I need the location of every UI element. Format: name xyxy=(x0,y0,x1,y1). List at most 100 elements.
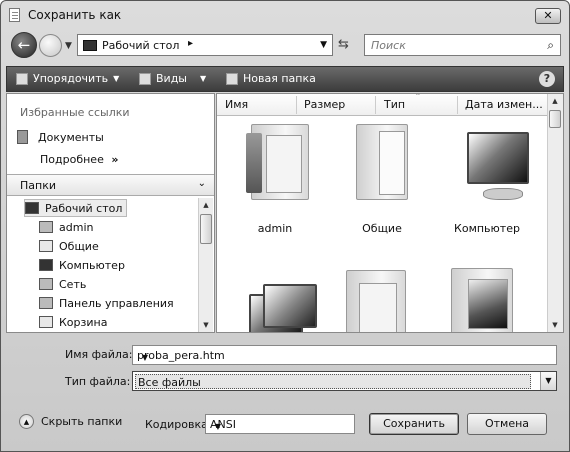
file-item-shared[interactable]: Общие xyxy=(332,120,432,238)
filename-input[interactable]: proba_pera.htm ▼ xyxy=(132,345,557,365)
notepad-icon xyxy=(9,8,20,22)
pictures-folder-icon xyxy=(451,268,513,332)
close-button[interactable]: ✕ xyxy=(535,8,561,24)
folder-tree-scrollbar[interactable]: ▲ ▼ xyxy=(198,198,213,332)
views-icon xyxy=(139,72,151,85)
scroll-down-icon[interactable]: ▼ xyxy=(199,318,213,332)
file-item-label: Общие xyxy=(362,222,402,235)
hide-folders-toggle[interactable]: ▲ Скрыть папки xyxy=(19,414,122,429)
organize-label: Упорядочить xyxy=(33,72,109,85)
window-title: Сохранить как xyxy=(28,8,122,22)
scroll-down-icon[interactable]: ▼ xyxy=(548,318,562,332)
tree-item-label: Корзина xyxy=(59,315,108,329)
tree-item-shared[interactable]: Общие xyxy=(39,237,99,255)
tree-item-label: Рабочий стол xyxy=(45,201,123,215)
file-list-scrollbar[interactable]: ▲ ▼ xyxy=(547,94,563,332)
tree-item-label: admin xyxy=(59,220,94,234)
address-bar[interactable]: Рабочий стол ▸ ▼ xyxy=(77,34,333,56)
more-links[interactable]: Подробнее » xyxy=(40,153,118,166)
file-item-network[interactable] xyxy=(225,272,325,332)
chevron-down-icon[interactable]: ▼ xyxy=(210,418,226,436)
chevron-down-icon: ▼ xyxy=(113,74,120,83)
help-icon[interactable]: ? xyxy=(539,71,555,87)
file-item-computer[interactable]: Компьютер xyxy=(437,120,537,238)
column-divider[interactable] xyxy=(457,96,458,114)
folders-header-label: Папки xyxy=(20,179,56,192)
organize-icon xyxy=(16,72,28,85)
folder-icon xyxy=(356,124,408,200)
tree-item-computer[interactable]: Компьютер xyxy=(39,256,125,274)
double-chevron-icon: » xyxy=(111,153,119,166)
scrollbar-thumb[interactable] xyxy=(200,214,212,244)
column-divider[interactable] xyxy=(296,96,297,114)
history-dropdown-icon[interactable]: ▼ xyxy=(65,41,72,51)
scroll-up-icon[interactable]: ▲ xyxy=(548,94,562,108)
cancel-button[interactable]: Отмена xyxy=(467,413,547,435)
favorites-title: Избранные ссылки xyxy=(20,106,130,119)
chevron-down-icon[interactable]: ▼ xyxy=(137,349,153,367)
more-links-label: Подробнее xyxy=(40,153,104,166)
tree-item-control-panel[interactable]: Панель управления xyxy=(39,294,174,312)
column-divider[interactable] xyxy=(375,96,376,114)
tree-item-label: Сеть xyxy=(59,277,87,291)
favorite-item-documents[interactable]: Документы xyxy=(17,130,104,144)
favorite-item-label: Документы xyxy=(38,130,104,144)
views-button[interactable]: Виды ▼ xyxy=(139,72,206,85)
save-as-dialog: Сохранить как ✕ ← ▼ Рабочий стол ▸ ▼ ⇆ П… xyxy=(0,0,570,452)
desktop-icon xyxy=(83,40,97,51)
scroll-up-icon[interactable]: ▲ xyxy=(199,198,213,212)
tree-item-network[interactable]: Сеть xyxy=(39,275,86,293)
folder-tree: Рабочий стол admin Общие Компьютер Сеть … xyxy=(7,198,197,332)
filename-label: Имя файла: xyxy=(65,348,133,361)
file-item-pictures[interactable] xyxy=(437,268,537,332)
file-item-admin[interactable]: admin xyxy=(225,120,325,238)
monitor-stand xyxy=(483,188,523,200)
command-toolbar: Упорядочить ▼ Виды ▼ Новая папка ? xyxy=(6,66,564,92)
search-input[interactable]: Поиск ⌕ xyxy=(364,34,561,56)
chevron-down-icon[interactable]: ▼ xyxy=(540,372,556,390)
organize-button[interactable]: Упорядочить ▼ xyxy=(16,72,119,85)
encoding-select[interactable]: ANSI ▼ xyxy=(205,414,355,434)
address-dropdown-icon[interactable]: ▼ xyxy=(320,40,327,50)
computer-icon xyxy=(39,259,53,271)
views-label: Виды xyxy=(156,72,187,85)
new-folder-button[interactable]: Новая папка xyxy=(226,72,316,85)
filetype-value[interactable]: Все файлы xyxy=(135,374,531,389)
filetype-select[interactable]: Все файлы ▼ xyxy=(132,371,557,391)
network-icon xyxy=(39,278,53,290)
control-panel-icon xyxy=(39,297,53,309)
refresh-icon[interactable]: ⇆ xyxy=(338,37,349,52)
breadcrumb-chevron-icon[interactable]: ▸ xyxy=(188,38,193,49)
scrollbar-thumb[interactable] xyxy=(549,110,561,128)
user-folder-icon xyxy=(39,221,53,233)
network-icon xyxy=(263,284,317,328)
column-name[interactable]: Имя xyxy=(225,98,248,111)
search-icon[interactable]: ⌕ xyxy=(547,38,554,53)
tree-item-recycle-bin[interactable]: Корзина xyxy=(39,313,107,331)
file-item-label: admin xyxy=(257,222,293,235)
documents-folder-icon xyxy=(346,270,406,332)
forward-button[interactable] xyxy=(39,34,62,57)
save-button[interactable]: Сохранить xyxy=(369,413,459,435)
tree-item-label: Общие xyxy=(59,239,99,253)
file-item-documents[interactable] xyxy=(332,270,432,332)
file-item-label: Компьютер xyxy=(454,222,520,235)
back-button[interactable]: ← xyxy=(11,32,37,58)
tree-item-desktop[interactable]: Рабочий стол xyxy=(24,199,128,217)
column-type[interactable]: Тип xyxy=(384,98,405,111)
documents-icon xyxy=(17,130,28,144)
desktop-icon xyxy=(25,202,39,214)
column-date[interactable]: Дата измен... xyxy=(465,98,543,111)
hide-folders-label: Скрыть папки xyxy=(41,415,123,428)
column-header-row: Имя Размер Тип ⌃ Дата измен... xyxy=(217,94,548,116)
search-placeholder: Поиск xyxy=(371,39,406,52)
column-size[interactable]: Размер xyxy=(304,98,345,111)
folders-header[interactable]: Папки ⌄ xyxy=(7,174,214,196)
tree-item-label: Компьютер xyxy=(59,258,125,272)
tree-item-admin[interactable]: admin xyxy=(39,218,93,236)
folder-icon xyxy=(39,240,53,252)
chevron-down-icon[interactable]: ⌄ xyxy=(198,178,206,189)
address-location[interactable]: Рабочий стол xyxy=(102,39,179,52)
navigation-pane: Избранные ссылки Документы Подробнее » П… xyxy=(6,93,215,333)
tree-item-label: Панель управления xyxy=(59,296,174,310)
